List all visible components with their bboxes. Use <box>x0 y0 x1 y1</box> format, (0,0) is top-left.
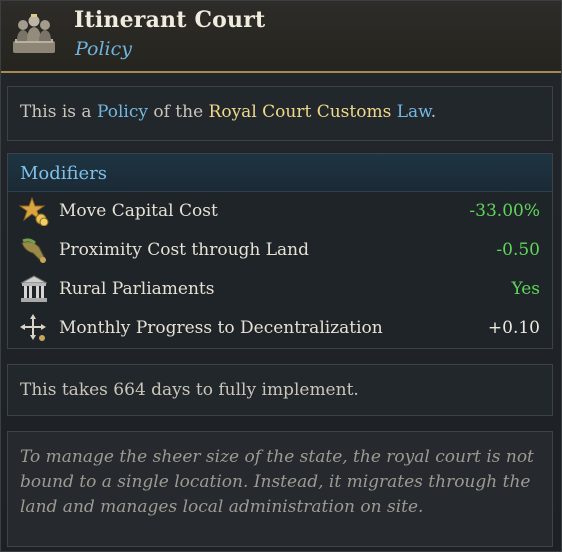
modifier-value: -0.50 <box>496 240 540 260</box>
policy-type-label: Policy <box>75 38 132 60</box>
modifier-row: Move Capital Cost -33.00% <box>8 192 552 231</box>
modifier-label: Monthly Progress to Decentralization <box>59 318 383 338</box>
modifiers-panel: Modifiers Move Capital Cost -33.00% Prox… <box>7 153 553 349</box>
law-link[interactable]: Law <box>397 102 431 122</box>
policy-title: Itinerant Court <box>74 7 266 33</box>
intro-prefix: This is a <box>20 102 97 122</box>
modifier-value: -33.00% <box>469 201 540 221</box>
royal-court-icon <box>13 14 55 53</box>
modifier-row: Proximity Cost through Land -0.50 <box>8 231 552 270</box>
policy-tooltip: Itinerant Court Policy This is a Policy … <box>0 0 562 552</box>
law-name-link[interactable]: Royal Court Customs <box>209 102 392 122</box>
policy-link[interactable]: Policy <box>97 102 148 122</box>
flavor-text: To manage the sheer size of the state, t… <box>7 431 553 547</box>
modifiers-heading: Modifiers <box>8 154 552 192</box>
intro-middle: of the <box>147 102 209 122</box>
intro-suffix: . <box>430 102 437 122</box>
parliament-icon <box>20 275 48 302</box>
star-gold-icon <box>19 196 49 226</box>
horn-icon <box>21 238 46 263</box>
tooltip-header: Itinerant Court Policy <box>1 1 561 73</box>
implementation-time: This takes 664 days to fully implement. <box>7 364 553 416</box>
law-description: This is a Policy of the Royal Court Cust… <box>7 86 553 141</box>
modifier-row: Monthly Progress to Decentralization +0.… <box>8 309 552 348</box>
modifier-value: Yes <box>511 279 540 299</box>
modifier-row: Rural Parliaments Yes <box>8 270 552 309</box>
modifier-label: Move Capital Cost <box>59 201 218 221</box>
modifier-value: +0.10 <box>487 318 540 338</box>
modifier-label: Rural Parliaments <box>59 279 215 299</box>
modifier-label: Proximity Cost through Land <box>59 240 310 260</box>
decentralization-arrows-icon <box>20 314 46 341</box>
